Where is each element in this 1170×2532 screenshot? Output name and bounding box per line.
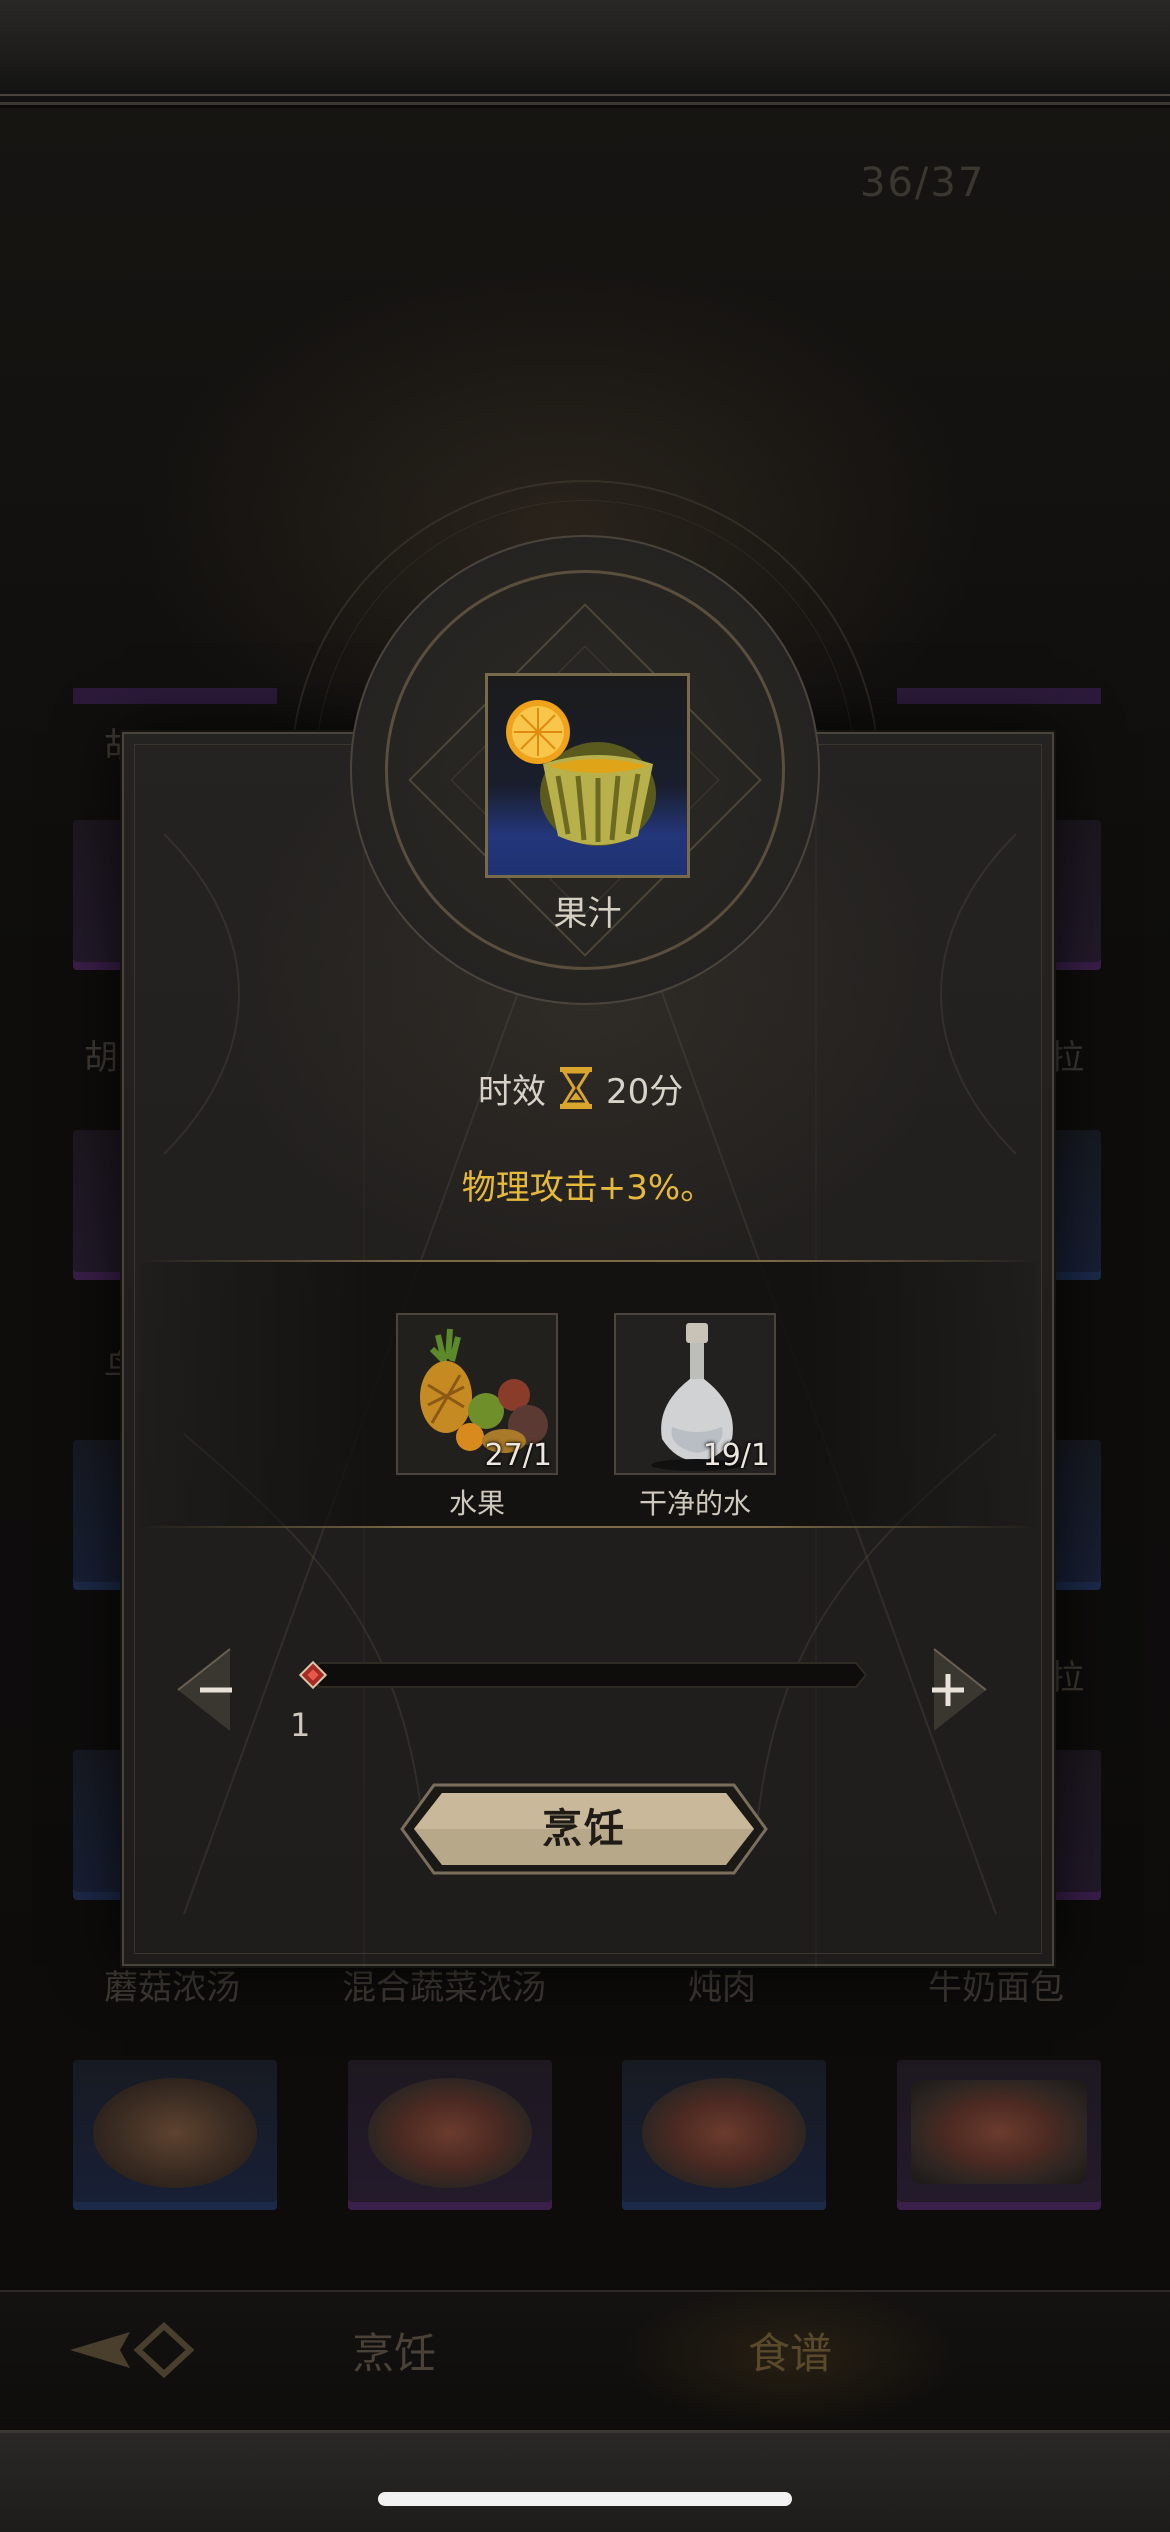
bg-recipe-card[interactable] [622, 2060, 826, 2210]
quantity-slider[interactable] [298, 1660, 868, 1690]
ribs-dish-image [911, 2080, 1087, 2184]
bottom-frame [0, 2430, 1170, 2532]
skewer-dish-image [93, 2078, 257, 2188]
plus-icon [932, 1648, 987, 1731]
ingredient-clean-water[interactable]: 19/1 [614, 1313, 776, 1475]
ingredient-name: 水果 [448, 1487, 505, 1520]
bg-recipe-card[interactable] [73, 2060, 277, 2210]
recipe-counter: 36/37 [860, 160, 986, 206]
bg-card-strip [897, 688, 1101, 704]
back-button[interactable] [60, 2310, 200, 2390]
top-frame [0, 0, 1170, 105]
bg-recipe-card[interactable] [348, 2060, 552, 2210]
ingredient-count: 27/1 [484, 1438, 552, 1473]
juice-item-icon [485, 673, 690, 878]
quantity-value: 1 [290, 1706, 311, 1744]
sausage-dish-image [642, 2078, 806, 2188]
hourglass-icon [560, 1067, 592, 1109]
ingredient-name: 干净的水 [638, 1487, 751, 1520]
sausage-dish-image [368, 2078, 532, 2188]
decrease-button[interactable] [170, 1645, 270, 1735]
cook-button[interactable]: 烹饪 [400, 1783, 768, 1875]
ingredient-fruit[interactable]: 27/1 [396, 1313, 558, 1475]
effect-text: 物理攻击+3%。 [461, 1168, 715, 1208]
increase-button[interactable] [894, 1645, 994, 1735]
duration-row: 时效 20分 [478, 1063, 683, 1113]
ingredient-count: 19/1 [702, 1438, 770, 1473]
slider-track-graphic [304, 1662, 868, 1688]
bg-card-label: 胡 [84, 1038, 118, 1078]
duration-value: 20分 [606, 1071, 684, 1112]
divider [140, 1526, 1036, 1528]
cook-button-label: 烹饪 [542, 1806, 626, 1852]
juice-cup-icon [506, 700, 656, 846]
tab-recipes[interactable]: 食谱 [748, 2320, 832, 2381]
back-arrow-icon [70, 2321, 195, 2379]
bg-card-strip [73, 688, 277, 704]
minus-icon [177, 1648, 232, 1731]
tab-cook[interactable]: 烹饪 [352, 2320, 436, 2381]
home-indicator[interactable] [378, 2492, 792, 2506]
duration-label: 时效 [478, 1071, 546, 1112]
slider-thumb[interactable] [298, 1660, 328, 1690]
item-name: 果汁 [553, 894, 622, 934]
bg-recipe-card[interactable] [897, 2060, 1101, 2210]
